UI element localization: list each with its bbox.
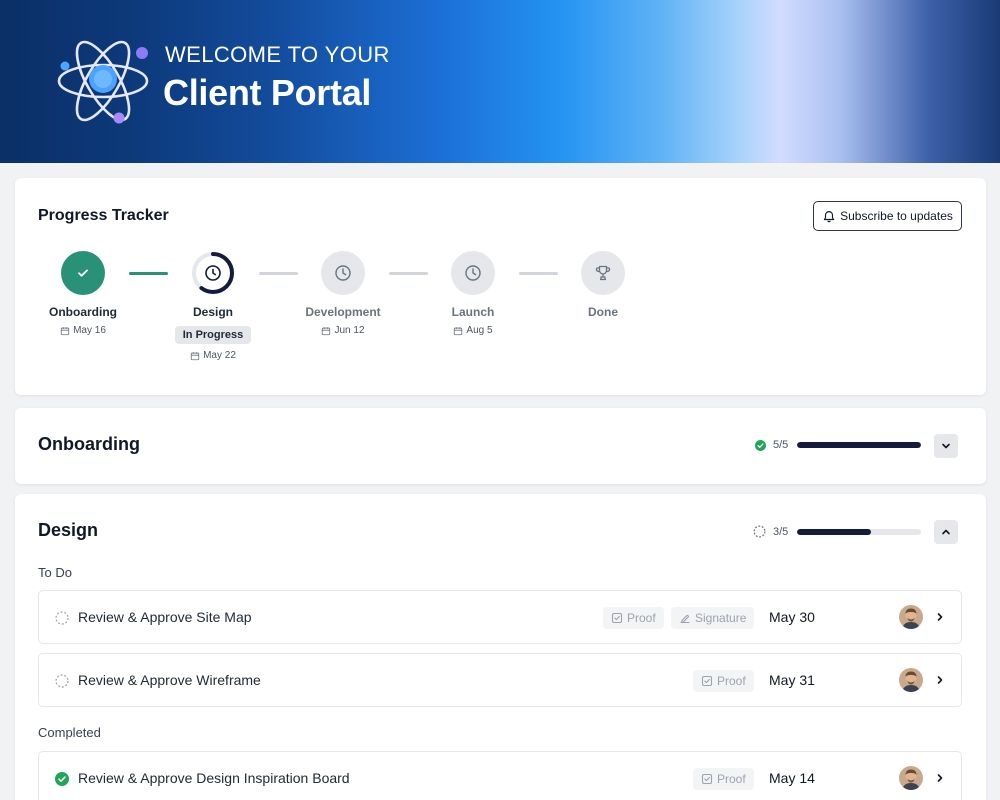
- progress-count: 5/5: [773, 439, 789, 451]
- section-title-design: Design: [38, 520, 99, 540]
- calendar-icon: [60, 326, 70, 335]
- step-status-upcoming: [581, 251, 625, 295]
- task-due-date: May 14: [769, 770, 815, 786]
- check-circle-icon: [55, 772, 69, 786]
- step-status-in-progress: [191, 251, 235, 295]
- signature-icon: [680, 614, 690, 624]
- calendar-icon: [454, 326, 463, 335]
- hero-banner: WELCOME TO YOUR Client Portal: [0, 0, 1000, 163]
- task-due-date: May 30: [769, 609, 815, 625]
- progress-bar: [797, 528, 921, 535]
- progress-count: 3/5: [773, 525, 789, 538]
- collapse-toggle-button[interactable]: [934, 520, 958, 544]
- avatar: [899, 605, 923, 629]
- step-status-done: [61, 251, 105, 295]
- task-title: Review & Approve Design Inspiration Boar…: [78, 770, 350, 786]
- avatar: [899, 668, 923, 692]
- dashed-circle-icon: [55, 611, 69, 625]
- in-progress-badge: In Progress: [174, 326, 252, 344]
- calendar-icon: [190, 351, 200, 360]
- progress-ring-icon: [192, 252, 234, 294]
- chevron-down-icon: [942, 443, 950, 449]
- onboarding-progress: 5/5: [755, 439, 921, 451]
- onboarding-section[interactable]: Onboarding 5/5: [15, 408, 986, 484]
- group-label-todo: To Do: [38, 565, 72, 580]
- step-label: Design: [192, 305, 233, 319]
- task-row[interactable]: Review & Approve Wireframe Proof May 31: [38, 653, 962, 707]
- step-onboarding[interactable]: Onboarding May 16: [13, 251, 153, 336]
- checkbox-icon: [701, 773, 713, 785]
- task-title: Review & Approve Site Map: [78, 609, 252, 625]
- proof-tag: Proof: [693, 670, 754, 692]
- step-development[interactable]: Development Jun 12: [273, 251, 413, 336]
- task-due-date: May 31: [769, 672, 815, 688]
- progress-tracker-title: Progress Tracker: [38, 207, 169, 224]
- check-icon: [78, 269, 88, 277]
- step-date: Jun 12: [273, 325, 413, 336]
- chevron-up-icon: [942, 529, 950, 535]
- progress-tracker-card: Progress Tracker Subscribe to updates On…: [15, 178, 986, 395]
- calendar-icon: [322, 326, 331, 335]
- dashed-circle-icon: [753, 525, 766, 538]
- step-label: Development: [305, 305, 381, 319]
- proof-tag: Proof: [693, 768, 754, 790]
- hero-title: Client Portal: [163, 72, 372, 113]
- progress-fill: [797, 442, 921, 448]
- trophy-icon: [595, 265, 611, 281]
- step-label: Onboarding: [49, 305, 117, 319]
- clock-icon: [335, 265, 351, 281]
- step-label: Launch: [451, 305, 495, 319]
- check-circle-icon: [755, 439, 766, 451]
- task-title: Review & Approve Wireframe: [78, 672, 261, 688]
- step-date: Aug 5: [403, 325, 543, 336]
- chevron-right-icon[interactable]: [934, 772, 946, 784]
- step-date: May 16: [13, 325, 153, 336]
- checkbox-icon: [611, 612, 623, 624]
- step-done[interactable]: Done: [533, 251, 673, 319]
- subscribe-label: Subscribe to updates: [840, 209, 953, 223]
- section-title-onboarding: Onboarding: [38, 434, 140, 454]
- step-status-upcoming: [321, 251, 365, 295]
- atom-logo-icon: [57, 40, 149, 124]
- progress-bar: [797, 442, 921, 448]
- step-design[interactable]: Design In Progress May 22: [143, 251, 283, 361]
- step-label: Done: [588, 305, 618, 319]
- hero-kicker: WELCOME TO YOUR: [165, 42, 390, 67]
- task-row[interactable]: Review & Approve Design Inspiration Boar…: [38, 751, 962, 800]
- step-date: May 22: [143, 350, 283, 361]
- bell-icon: [823, 211, 835, 223]
- clock-icon: [465, 265, 481, 281]
- proof-tag: Proof: [603, 607, 664, 629]
- chevron-right-icon[interactable]: [934, 611, 946, 623]
- subscribe-button[interactable]: Subscribe to updates: [813, 201, 962, 231]
- chevron-right-icon[interactable]: [934, 674, 946, 686]
- expand-toggle-button[interactable]: [934, 434, 958, 458]
- checkbox-icon: [701, 675, 713, 687]
- dashed-circle-icon: [55, 674, 69, 688]
- progress-fill: [797, 528, 872, 535]
- avatar: [899, 766, 923, 790]
- design-section: Design 3/5 To Do Review & Approve Site M…: [15, 494, 986, 800]
- step-launch[interactable]: Launch Aug 5: [403, 251, 543, 336]
- signature-tag: Signature: [671, 607, 755, 629]
- group-label-completed: Completed: [38, 725, 101, 740]
- step-status-upcoming: [451, 251, 495, 295]
- design-progress: 3/5: [753, 525, 921, 538]
- task-row[interactable]: Review & Approve Site Map Proof Signatur…: [38, 590, 962, 644]
